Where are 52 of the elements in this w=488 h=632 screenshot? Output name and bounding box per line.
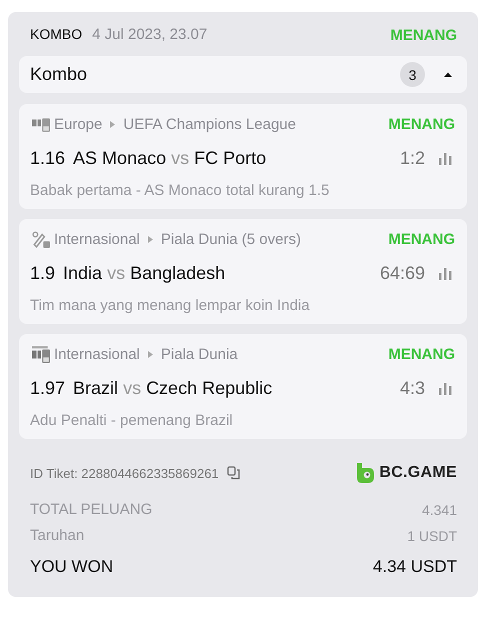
- market-description: Babak pertama - AS Monaco total kurang 1.5: [30, 182, 330, 199]
- match-score: 64:69: [380, 262, 425, 284]
- market-description: Adu Penalti - pemenang Brazil: [30, 412, 234, 429]
- league-label: UEFA Champions League: [123, 116, 296, 132]
- stats-icon[interactable]: [439, 266, 453, 280]
- stats-icon[interactable]: [439, 152, 453, 164]
- versus-label: vs: [107, 262, 126, 284]
- region-label: Internasional: [54, 346, 140, 362]
- bet-date: 4 Jul 2023, 23.07: [92, 26, 208, 42]
- region-label: Europe: [54, 116, 102, 132]
- logo-icon: [355, 462, 376, 484]
- match-score: 1:2: [400, 148, 425, 168]
- home-team: Brazil: [73, 378, 118, 398]
- ticket-id: ID Tiket: 2288044662335869261: [30, 466, 219, 480]
- summary-label: Taruhan: [30, 527, 84, 544]
- away-team: FC Porto: [194, 148, 266, 168]
- away-team: Czech Republic: [146, 378, 272, 398]
- copy-icon[interactable]: [226, 466, 241, 480]
- chevron-icon: [110, 120, 116, 128]
- market-description: Tim mana yang menang lempar koin India: [30, 297, 311, 314]
- stats-icon[interactable]: [439, 382, 453, 394]
- league-label: Piala Dunia (5 overs): [160, 230, 301, 248]
- versus-label: vs: [123, 378, 142, 398]
- chevron-icon: [148, 350, 153, 358]
- count-badge: 3: [400, 62, 425, 87]
- home-team: India: [63, 262, 102, 284]
- odds-value: 1.9: [30, 262, 56, 284]
- summary-label: YOU WON: [30, 557, 114, 577]
- odds-value: 1.97: [30, 378, 66, 398]
- summary-label: TOTAL PELUANG: [30, 501, 152, 518]
- brand-name: BC.GAME: [379, 464, 457, 482]
- sport-icon: [30, 230, 52, 248]
- summary-value: 4.341: [422, 502, 457, 518]
- summary-value: 1 USDT: [407, 528, 457, 544]
- bet-status: MENANG: [388, 116, 455, 132]
- odds-value: 1.16: [30, 148, 66, 168]
- combo-title: Kombo: [30, 64, 88, 85]
- bet-status: MENANG: [388, 346, 455, 362]
- region-label: Internasional: [54, 230, 140, 248]
- away-team: Bangladesh: [130, 262, 226, 284]
- chevron-icon: [148, 236, 153, 242]
- caret-icon[interactable]: [443, 70, 453, 78]
- bet-type: KOMBO: [30, 26, 82, 42]
- league-label: Piala Dunia: [160, 346, 238, 362]
- bet-status: MENANG: [390, 27, 457, 44]
- summary-value: 4.34 USDT: [372, 557, 457, 577]
- home-team: AS Monaco: [73, 148, 166, 168]
- versus-label: vs: [171, 148, 190, 168]
- bet-status: MENANG: [388, 230, 455, 248]
- sport-icon: [30, 345, 52, 363]
- match-score: 4:3: [400, 378, 425, 398]
- combo-bar[interactable]: Kombo 3: [19, 56, 467, 93]
